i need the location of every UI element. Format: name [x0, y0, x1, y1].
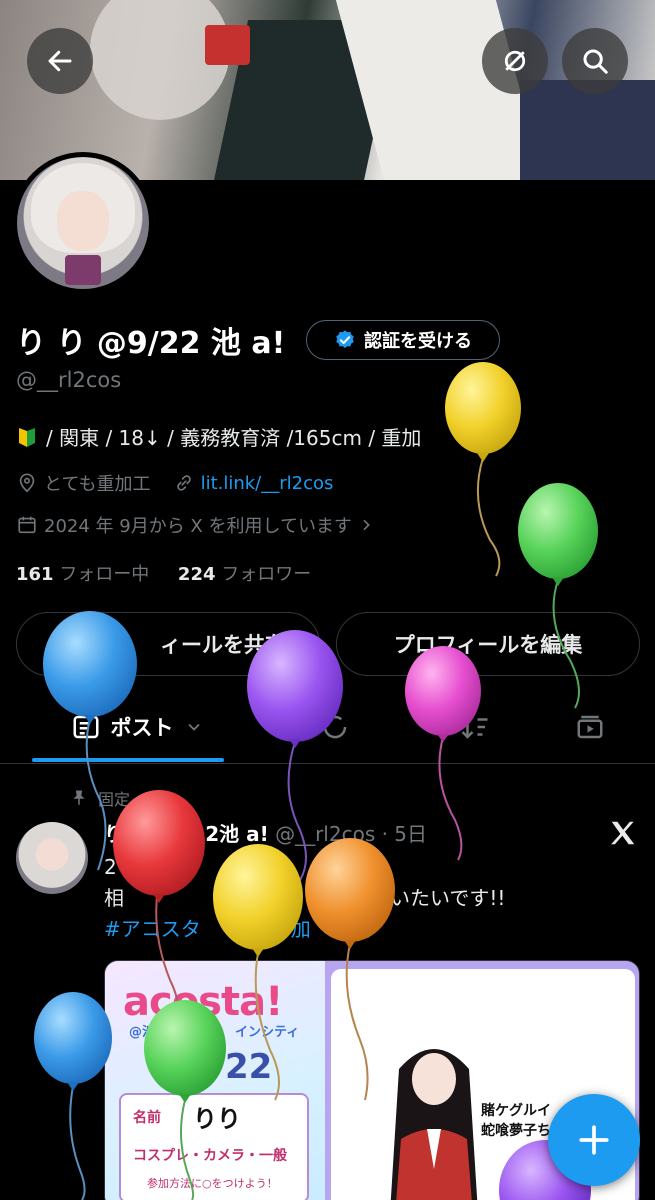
profile-tabs: ポスト [0, 690, 655, 764]
user-handle: @__rl2cos [16, 368, 122, 392]
link-icon [176, 475, 191, 491]
post-avatar[interactable] [16, 822, 88, 894]
edit-profile-button[interactable]: プロフィールを編集 [336, 612, 640, 676]
get-verified-button[interactable]: 認証を受ける [306, 320, 500, 360]
following-link[interactable]: 161 フォロー中 [16, 564, 149, 585]
search-icon [583, 49, 608, 74]
plus-icon [579, 1125, 609, 1155]
tab-posts[interactable]: ポスト [52, 690, 222, 764]
profile-meta: とても重加工 lit.link/__rl2cos [16, 470, 333, 496]
back-button[interactable] [27, 28, 93, 94]
event-date: 22 [225, 1047, 273, 1087]
tab-replies[interactable] [300, 690, 370, 764]
video-icon [577, 715, 603, 739]
grok-button[interactable] [482, 28, 548, 94]
get-verified-label: 認証を受ける [364, 331, 472, 352]
pin-icon [73, 790, 85, 805]
display-name: り り @9/22 池 a! [16, 326, 286, 361]
beginner-mark-icon [19, 428, 35, 447]
x-logo-icon[interactable] [606, 818, 640, 848]
chevron-right-icon [363, 519, 370, 531]
location-icon [19, 473, 35, 493]
post-hashtag[interactable]: #アコスタ 参加明 [104, 914, 624, 945]
reply-icon [323, 715, 347, 739]
tab-media[interactable] [555, 690, 625, 764]
active-tab-indicator [32, 758, 224, 762]
post-text: 2魔す 相会いたいです!! #アコスタ 参加明 [104, 852, 624, 945]
grok-icon [504, 50, 526, 72]
post-handle-time: @__rl2cos · 5日 [275, 822, 428, 846]
sort-icon [461, 717, 488, 739]
search-button[interactable] [562, 28, 628, 94]
joined-date-row[interactable]: 2024 年 9月から X を利用しています [16, 512, 374, 538]
follow-counts: 161 フォロー中 224 フォロワー [16, 560, 311, 586]
calendar-icon [18, 516, 36, 534]
post-author[interactable]: り [104, 822, 124, 846]
tab-highlights[interactable] [440, 690, 510, 764]
entry-card: 名前 りり コスプレ・カメラ・一般 参加方法に○をつけよう！ [119, 1093, 309, 1200]
posts-tab-icon [73, 715, 98, 739]
profile-avatar[interactable] [12, 152, 154, 294]
bio-text: / 関東 / 18↓ / 義務教育済 /165cm / 重加 [46, 426, 422, 450]
profile-bio: / 関東 / 18↓ / 義務教育済 /165cm / 重加 [16, 422, 421, 451]
joined-text: 2024 年 9月から X を利用しています [44, 516, 352, 537]
character-illustration [390, 1049, 478, 1200]
profile-link[interactable]: lit.link/__rl2cos [201, 473, 334, 494]
balloon-blue-bottom [34, 992, 112, 1200]
balloon-yellow-top [445, 362, 521, 577]
arrow-left-icon [48, 50, 72, 72]
location-text: とても重加工 [44, 474, 151, 495]
acosta-logo: acosta! [123, 979, 283, 1025]
pinned-label: 固定 [70, 786, 130, 810]
compose-button[interactable] [548, 1094, 640, 1186]
share-profile-button[interactable]: ィールを共有 [16, 612, 320, 676]
chevron-down-icon[interactable] [184, 717, 204, 737]
post-header: り/22池 a! @__rl2cos · 5日 [104, 822, 428, 846]
followers-link[interactable]: 224 フォロワー [178, 564, 311, 585]
verified-badge-icon [336, 330, 354, 348]
